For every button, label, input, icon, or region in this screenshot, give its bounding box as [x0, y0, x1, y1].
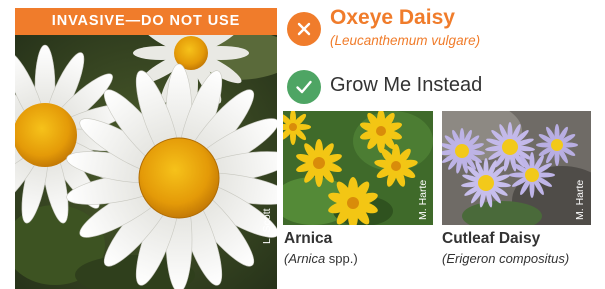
- photo-credit: L. Scott: [261, 208, 273, 244]
- arnica-scientific-name: (Arnica spp.): [284, 251, 358, 266]
- cutleaf-daisy-common-name: Cutleaf Daisy: [442, 230, 541, 247]
- cutleaf-daisy-scientific-name: (Erigeron compositus): [442, 251, 570, 266]
- arnica-species-suffix: spp.): [325, 251, 358, 266]
- photo-credit: M. Harte: [574, 179, 586, 220]
- invasive-panel: INVASIVE—DO NOT USE L. Scott: [15, 8, 277, 289]
- arnica-photo: [283, 111, 433, 225]
- invasive-common-name: Oxeye Daisy: [330, 6, 455, 29]
- arnica-genus: (Arnica: [284, 251, 326, 266]
- oxeye-daisy-photo: [15, 35, 277, 289]
- check-icon: [287, 70, 321, 104]
- photo-credit: M. Harte: [417, 179, 429, 220]
- invasive-scientific-name: (Leucanthemum vulgare): [330, 33, 481, 48]
- grow-me-instead-heading: Grow Me Instead: [330, 74, 483, 96]
- invasive-banner: INVASIVE—DO NOT USE: [15, 8, 277, 35]
- cutleaf-daisy-photo: [442, 111, 591, 225]
- arnica-common-name: Arnica: [284, 230, 333, 247]
- x-icon: [287, 12, 321, 46]
